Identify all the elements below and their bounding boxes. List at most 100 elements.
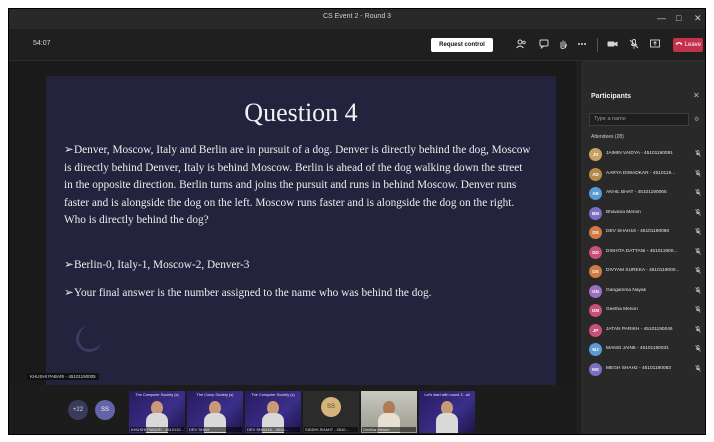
tile-header: The Computer Society (s) (251, 393, 295, 397)
video-tile[interactable]: The Computer Society (s) DEV SHAH16 - 45… (245, 391, 301, 433)
mic-off-icon (695, 267, 701, 276)
chat-icon[interactable] (539, 39, 549, 51)
avatar: DS (589, 226, 602, 239)
share-icon[interactable] (650, 39, 660, 51)
participant-name: JATAN PARIKH - 45101190046 (606, 326, 673, 332)
window-title: CS Event 2 - Round 3 (322, 13, 392, 20)
participant-row[interactable]: GN Gangamma Nayak (589, 282, 705, 302)
mic-off-icon (695, 150, 701, 159)
participant-row[interactable]: BM Bhavana Menon (589, 204, 705, 224)
attendees-header[interactable]: Attendees (28) (591, 134, 624, 140)
leave-label: Leave (684, 42, 702, 48)
slide-decoration (76, 326, 102, 352)
video-tile[interactable]: The Comp Society (s) DEV SHAH (187, 391, 243, 433)
participant-list: JV JAIMIN VAIDYA - 45101190091 AD AARYA DIW… (589, 145, 705, 379)
avatar: BM (589, 206, 602, 220)
bullet-arrow-icon: ➢ (64, 144, 74, 156)
title-bar: CS Event 2 - Round 3 — □ ✕ (9, 9, 705, 29)
camera-icon[interactable] (607, 39, 618, 51)
participant-row[interactable]: DS DEV SHAH16 - 45101190080 (589, 223, 705, 243)
meeting-toolbar: 54:07 Request control Leave (9, 29, 705, 61)
mic-off-icon (695, 189, 701, 198)
participant-search-input[interactable]: Type a name (589, 113, 689, 126)
bullet-text: Your final answer is the number assigned… (74, 287, 432, 299)
participant-row[interactable]: GM Geetha Menon (589, 301, 705, 321)
participant-avatar: SS (321, 397, 341, 417)
avatar: GM (589, 304, 602, 317)
video-tile[interactable]: Let's start with round 3 - all (419, 391, 475, 433)
tile-header: The Comp Society (s) (196, 393, 234, 397)
mic-off-icon (695, 286, 701, 296)
participant-name: Gangamma Nayak (606, 287, 646, 293)
participant-name: AKHIL BHAT - 45101190065 (606, 190, 667, 195)
mic-off-icon (695, 228, 701, 237)
avatar: MJ (589, 343, 602, 356)
settings-icon[interactable]: ⚙ (694, 116, 699, 123)
avatar: GN (589, 284, 602, 298)
phone-icon (675, 42, 685, 48)
mic-off-icon (695, 306, 701, 315)
tile-name: DEV SHAH (188, 427, 242, 432)
avatar: AD (589, 167, 602, 181)
participant-name: AARYA DIWADKAR - 4510119... (606, 170, 676, 176)
mic-off-icon[interactable] (629, 39, 639, 51)
teams-meeting-window: CS Event 2 - Round 3 — □ ✕ 54:07 Request… (8, 8, 706, 435)
video-tile[interactable]: The Computer Society (s) KHUSHI PABARI -… (129, 391, 185, 433)
avatar: DD (589, 245, 602, 259)
close-window-button[interactable]: ✕ (694, 12, 702, 24)
avatar: DS (589, 265, 602, 278)
bullet-text: Denver, Moscow, Italy and Berlin are in … (64, 144, 531, 227)
participant-row[interactable]: MS MEGH SHAH2 - 45101190083 (589, 360, 705, 380)
maximize-button[interactable]: □ (676, 12, 681, 24)
shared-content-stage: Question 4 ➢Denver, Moscow, Italy and Be… (9, 61, 576, 396)
mic-off-icon (695, 364, 701, 374)
avatar: MS (589, 362, 602, 376)
more-participants-button[interactable]: +22 (68, 400, 88, 420)
slide-title: Question 4 (244, 98, 358, 127)
slide-bullet-instruction: ➢Your final answer is the number assigne… (64, 285, 534, 303)
panel-title: Participants (591, 93, 632, 100)
request-control-button[interactable]: Request control (431, 38, 493, 52)
video-tile[interactable]: SS SIDDHI SHAH7 - 4510... (303, 391, 359, 433)
bullet-arrow-icon: ➢ (64, 259, 74, 271)
presentation-slide: Question 4 ➢Denver, Moscow, Italy and Be… (46, 76, 556, 396)
mic-off-icon (695, 325, 701, 335)
tile-name: SIDDHI SHAH7 - 4510... (304, 427, 358, 432)
tile-header: Let's start with round 3 - all (424, 393, 470, 397)
avatar: JV (589, 148, 602, 161)
video-strip: +22 SS The Computer Society (s) KHUSHI P… (9, 385, 576, 434)
slide-bullet-question: ➢Denver, Moscow, Italy and Berlin are in… (64, 142, 534, 230)
participant-row[interactable]: JV JAIMIN VAIDYA - 45101190091 (589, 145, 705, 165)
tile-header: The Computer Society (s) (135, 393, 179, 397)
more-icon[interactable] (577, 39, 587, 51)
video-tile[interactable]: Geetha Menon (361, 391, 417, 433)
presenter-name-tag: KHUSHI PABARI - 45101190005 (27, 373, 99, 380)
participants-panel: Participants ✕ Type a name ⚙ Attendees (… (581, 61, 705, 434)
participant-row[interactable]: AD AARYA DIWADKAR - 4510119... (589, 165, 705, 185)
toolbar-divider (597, 38, 598, 52)
avatar: AB (589, 187, 602, 200)
participant-row[interactable]: DD DISHITA DATTANI - 451011900... (589, 243, 705, 263)
participant-name: Geetha Menon (606, 307, 638, 312)
participant-name: DEV SHAH16 - 45101190080 (606, 229, 670, 234)
minimize-button[interactable]: — (657, 12, 666, 24)
tile-name: Geetha Menon (362, 427, 416, 432)
participant-row[interactable]: JP JATAN PARIKH - 45101190046 (589, 321, 705, 341)
mic-off-icon (695, 169, 701, 179)
close-icon[interactable]: ✕ (693, 91, 700, 100)
avatar: JP (589, 323, 602, 337)
participant-body (436, 413, 458, 433)
participant-name: DIVYAM SUREKA - 4510119000... (606, 268, 680, 273)
bullet-text: Berlin-0, Italy-1, Moscow-2, Denver-3 (74, 259, 250, 271)
participant-name: JAIMIN VAIDYA - 45101190091 (606, 151, 673, 156)
participant-row[interactable]: MJ MANSI JAIN5 - 45101190031 (589, 340, 705, 360)
participant-row[interactable]: AB AKHIL BHAT - 45101190065 (589, 184, 705, 204)
mic-off-icon (695, 345, 701, 354)
participant-row[interactable]: DS DIVYAM SUREKA - 4510119000... (589, 262, 705, 282)
tile-name: KHUSHI PABARI - 4510110... (130, 427, 184, 432)
participant-avatar[interactable]: SS (95, 400, 115, 420)
raise-hand-icon[interactable] (558, 39, 568, 51)
people-icon[interactable] (516, 39, 526, 51)
leave-button[interactable]: Leave (673, 38, 703, 52)
participant-name: DISHITA DATTANI - 451011900... (606, 248, 678, 254)
